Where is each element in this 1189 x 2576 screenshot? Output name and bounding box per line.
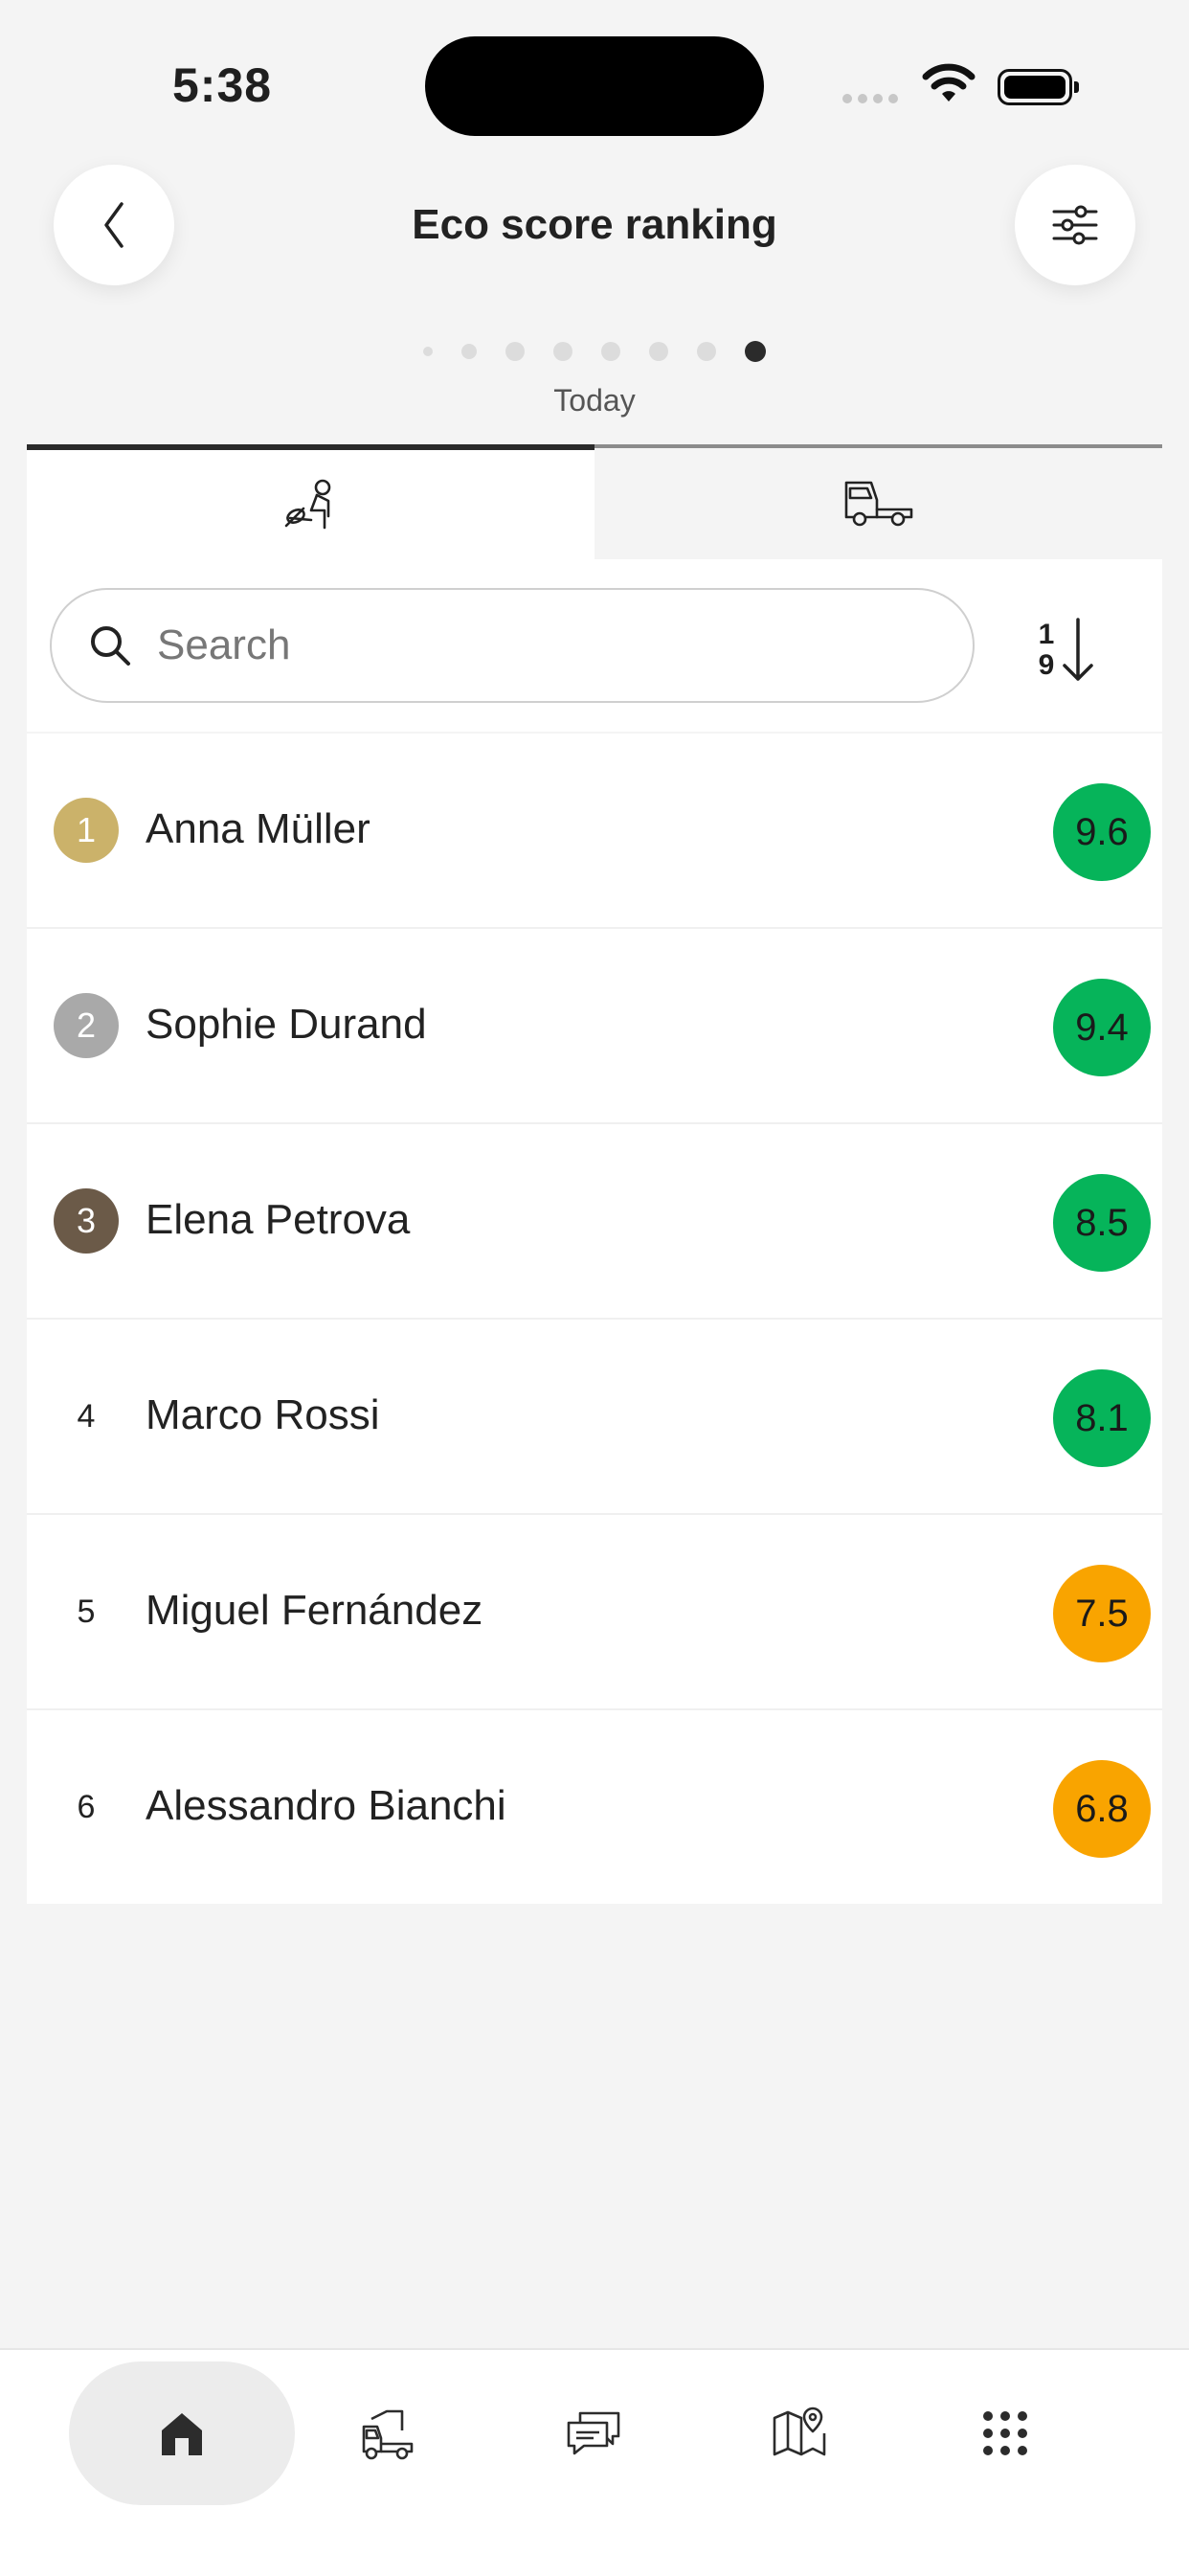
dynamic-island	[425, 36, 764, 136]
rank-badge: 1	[54, 798, 119, 863]
score-badge: 9.6	[1053, 783, 1151, 881]
truck-icon	[844, 481, 912, 527]
page-dot[interactable]	[423, 347, 433, 356]
rank-badge: 5	[77, 1593, 96, 1630]
driver-name: Anna Müller	[146, 805, 370, 852]
ranking-list: 1 Anna Müller 9.6 2 Sophie Durand 9.4 3 …	[27, 734, 1162, 1904]
page-dot[interactable]	[461, 344, 477, 359]
ranking-row[interactable]: 5 Miguel Fernández 7.5	[27, 1515, 1162, 1710]
ranking-row[interactable]: 1 Anna Müller 9.6	[27, 734, 1162, 929]
page-title: Eco score ranking	[412, 201, 777, 248]
score-badge: 7.5	[1053, 1565, 1151, 1662]
sort-button[interactable]: 1 9	[1034, 607, 1120, 693]
driver-name: Elena Petrova	[146, 1196, 411, 1243]
tab-drivers[interactable]	[27, 444, 594, 559]
messages-icon	[567, 2411, 620, 2455]
wifi-icon	[922, 63, 976, 102]
arrow-down-icon	[1063, 618, 1093, 681]
score-badge: 8.5	[1053, 1174, 1151, 1272]
driver-name: Marco Rossi	[146, 1391, 380, 1438]
home-icon	[162, 2413, 202, 2455]
ranking-row[interactable]: 2 Sophie Durand 9.4	[27, 929, 1162, 1124]
sliders-icon	[1052, 205, 1098, 245]
ranking-row[interactable]: 3 Elena Petrova 8.5	[27, 1124, 1162, 1320]
page-dot[interactable]	[553, 342, 572, 361]
tab-vehicles[interactable]	[594, 444, 1162, 559]
nav-home[interactable]	[69, 2361, 295, 2505]
search-input[interactable]	[155, 621, 925, 670]
page-dot[interactable]	[601, 342, 620, 361]
period-pager[interactable]	[0, 341, 1189, 362]
nav-vehicles[interactable]	[275, 2361, 501, 2505]
score-badge: 9.4	[1053, 979, 1151, 1076]
map-icon	[773, 2407, 826, 2456]
nav-messages[interactable]	[481, 2361, 707, 2505]
cellular-signal-icon	[842, 94, 904, 105]
search-icon	[91, 626, 130, 666]
filter-button[interactable]	[1015, 165, 1135, 285]
apps-grid-icon	[983, 2411, 1027, 2455]
rank-badge: 6	[77, 1788, 96, 1825]
rank-badge: 3	[54, 1188, 119, 1254]
driver-name: Sophie Durand	[146, 1001, 427, 1048]
search-field[interactable]	[50, 588, 975, 703]
truck-trailer-icon	[362, 2409, 414, 2460]
ranking-row[interactable]: 4 Marco Rossi 8.1	[27, 1320, 1162, 1515]
status-time: 5:38	[172, 58, 273, 112]
page-dot[interactable]	[505, 342, 525, 361]
score-badge: 8.1	[1053, 1369, 1151, 1467]
ranking-row[interactable]: 6 Alessandro Bianchi 6.8	[27, 1710, 1162, 1904]
period-label: Today	[553, 383, 636, 418]
driver-name: Miguel Fernández	[146, 1587, 483, 1634]
driver-name: Alessandro Bianchi	[146, 1782, 506, 1829]
page-dot-active[interactable]	[745, 341, 766, 362]
nav-map[interactable]	[686, 2361, 912, 2505]
sort-order-numbers: 1 9	[1038, 619, 1055, 681]
driver-icon	[284, 479, 330, 530]
page-dot[interactable]	[649, 342, 668, 361]
score-badge: 6.8	[1053, 1760, 1151, 1858]
page-dot[interactable]	[697, 342, 716, 361]
nav-more[interactable]	[892, 2361, 1118, 2505]
rank-badge: 4	[77, 1397, 96, 1435]
rank-badge: 2	[54, 993, 119, 1058]
battery-icon	[998, 69, 1079, 105]
